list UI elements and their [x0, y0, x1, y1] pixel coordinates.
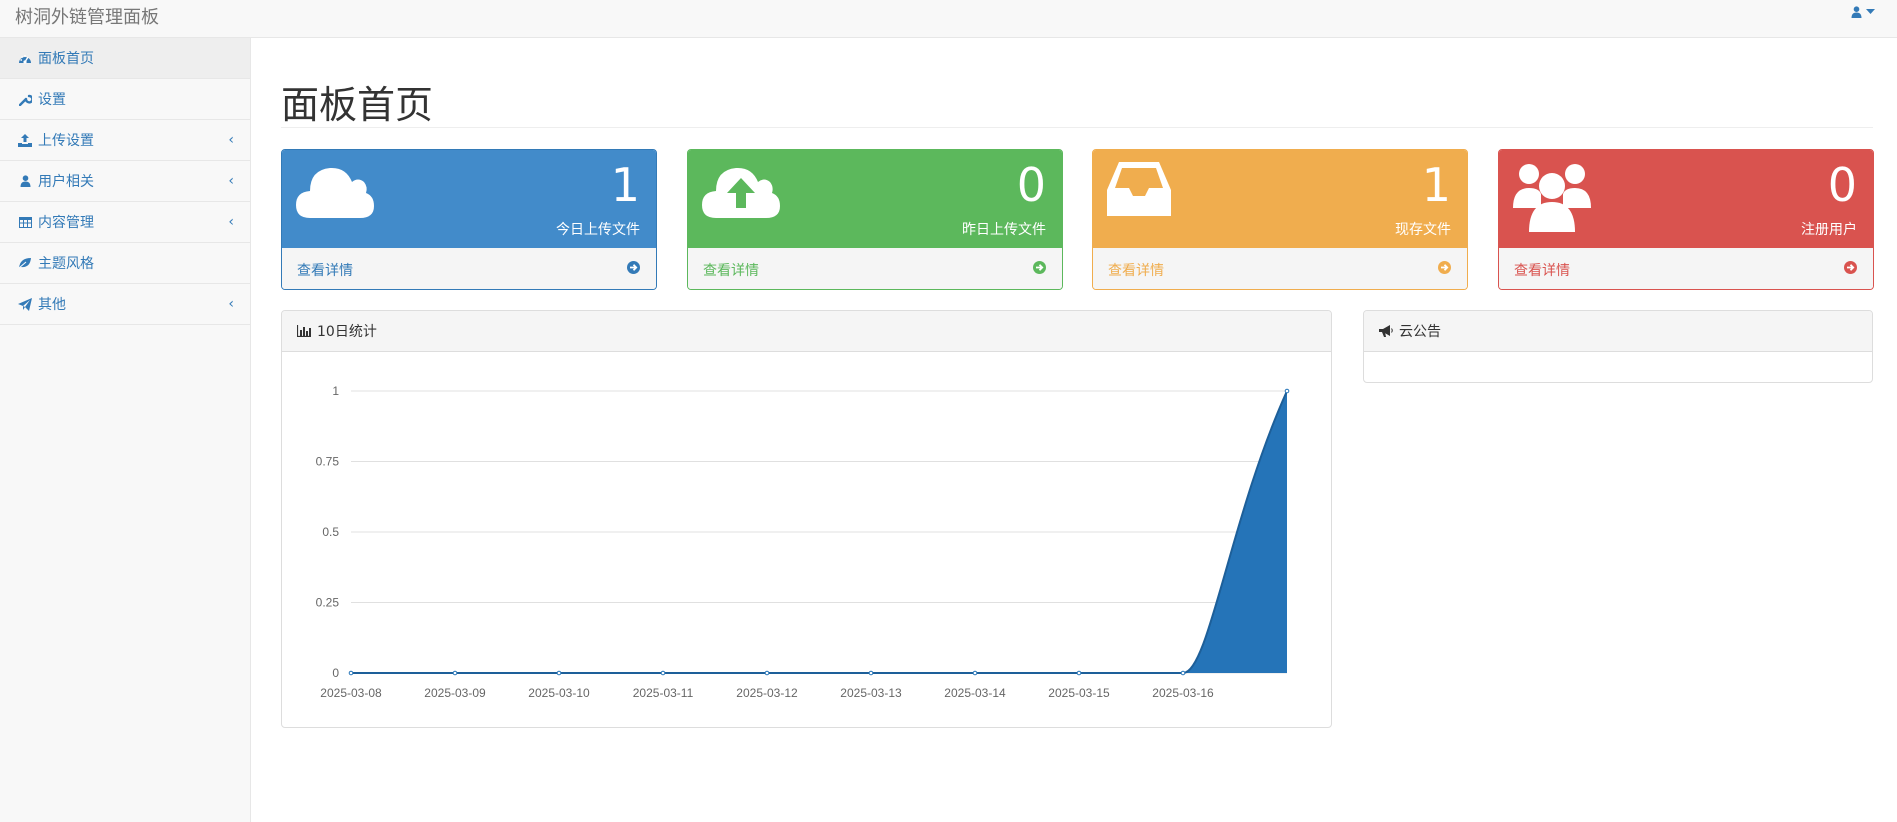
bullhorn-icon [1379, 325, 1393, 337]
view-details-label: 查看详情 [1514, 263, 1570, 279]
sidebar-item-upload-settings[interactable]: 上传设置 ‹ [0, 120, 250, 161]
table-icon [18, 215, 32, 229]
stat-card-today-uploads: 1 今日上传文件 查看详情 [281, 149, 657, 290]
chevron-left-icon: ‹ [228, 132, 234, 148]
chevron-left-icon: ‹ [228, 296, 234, 312]
sidebar-item-content-management[interactable]: 内容管理 ‹ [0, 202, 250, 243]
sidebar-item-label: 其他 [38, 297, 66, 313]
x-tick-label: 2025-03-13 [840, 686, 902, 700]
view-details-link[interactable]: 查看详情 [1093, 248, 1467, 289]
arrow-circle-right-icon [1033, 261, 1046, 278]
stat-card-header: 0 注册用户 [1499, 150, 1873, 248]
stats-panel: 10日统计 0 0.25 0.5 0.75 1 2025-03-08 2025-03-09 2… [281, 310, 1332, 728]
leaf-icon [18, 256, 32, 270]
stat-caption: 注册用户 [1801, 222, 1857, 238]
x-tick-label: 2025-03-12 [736, 686, 798, 700]
sidebar-item-label: 用户相关 [38, 174, 94, 190]
user-menu-toggle[interactable] [1851, 6, 1875, 18]
stat-card-registered-users: 0 注册用户 查看详情 [1498, 149, 1874, 290]
stat-caption: 现存文件 [1395, 222, 1451, 238]
sidebar-item-user-related[interactable]: 用户相关 ‹ [0, 161, 250, 202]
view-details-label: 查看详情 [703, 263, 759, 279]
stat-card-header: 1 今日上传文件 [282, 150, 656, 248]
arrow-circle-right-icon [627, 261, 640, 278]
x-tick-label: 2025-03-16 [1152, 686, 1214, 700]
view-details-link[interactable]: 查看详情 [688, 248, 1062, 289]
stats-panel-title: 10日统计 [317, 324, 377, 340]
upload-icon [18, 133, 32, 147]
y-tick-label: 0.5 [322, 525, 339, 539]
stat-value: 0 [1827, 158, 1857, 212]
ten-day-area-chart: 0 0.25 0.5 0.75 1 2025-03-08 2025-03-09 2025-03… [316, 384, 1290, 700]
data-point [764, 670, 770, 676]
stat-card-header: 0 昨日上传文件 [688, 150, 1062, 248]
y-tick-label: 0.75 [316, 455, 340, 469]
data-point [1180, 670, 1186, 676]
x-tick-label: 2025-03-11 [633, 686, 694, 700]
arrow-circle-right-icon [1438, 261, 1451, 278]
view-details-label: 查看详情 [297, 263, 353, 279]
paper-plane-icon [18, 297, 32, 311]
stat-card-yesterday-uploads: 0 昨日上传文件 查看详情 [687, 149, 1063, 290]
x-tick-label: 2025-03-09 [424, 686, 486, 700]
stat-value: 0 [1016, 158, 1046, 212]
stat-card-stored-files: 1 现存文件 查看详情 [1092, 149, 1468, 290]
inbox-icon [1107, 160, 1171, 220]
cloud-notice-panel: 云公告 [1363, 310, 1873, 383]
data-point [1284, 388, 1290, 394]
x-tick-label: 2025-03-08 [320, 686, 382, 700]
wrench-icon [18, 92, 32, 106]
data-point [660, 670, 666, 676]
stat-card-header: 1 现存文件 [1093, 150, 1467, 248]
stats-panel-header: 10日统计 [282, 311, 1331, 352]
top-navbar: 树洞外链管理面板 [0, 0, 1897, 38]
arrow-circle-right-icon [1844, 261, 1857, 278]
data-point [556, 670, 562, 676]
sidebar: 面板首页 设置 上传设置 ‹ 用户相关 ‹ 内容管理 ‹ 主题风格 其他 ‹ [0, 38, 251, 822]
users-icon [1513, 160, 1591, 236]
chevron-left-icon: ‹ [228, 214, 234, 230]
chevron-left-icon: ‹ [228, 173, 234, 189]
sidebar-item-label: 设置 [38, 92, 66, 108]
sidebar-item-label: 内容管理 [38, 215, 94, 231]
data-point [1076, 670, 1082, 676]
stat-caption: 昨日上传文件 [962, 222, 1046, 238]
cloud-notice-title: 云公告 [1399, 324, 1441, 340]
stat-value: 1 [610, 158, 640, 212]
cloud-icon [296, 160, 374, 224]
data-point [452, 670, 458, 676]
x-tick-label: 2025-03-15 [1048, 686, 1110, 700]
sidebar-item-label: 上传设置 [38, 133, 94, 149]
sidebar-item-settings[interactable]: 设置 [0, 79, 250, 120]
sidebar-item-theme[interactable]: 主题风格 [0, 243, 250, 284]
sidebar-item-label: 主题风格 [38, 256, 94, 272]
cloud-upload-icon [702, 160, 780, 224]
stat-caption: 今日上传文件 [556, 222, 640, 238]
y-tick-label: 1 [332, 384, 339, 398]
view-details-link[interactable]: 查看详情 [282, 248, 656, 289]
view-details-link[interactable]: 查看详情 [1499, 248, 1873, 289]
user-icon [18, 174, 32, 188]
title-divider [281, 127, 1873, 128]
view-details-label: 查看详情 [1108, 263, 1164, 279]
data-point [972, 670, 978, 676]
bar-chart-icon [297, 325, 311, 337]
page-title: 面板首页 [281, 83, 434, 127]
data-point [868, 670, 874, 676]
y-tick-label: 0.25 [316, 596, 340, 610]
brand-title[interactable]: 树洞外链管理面板 [15, 3, 159, 29]
cloud-notice-header: 云公告 [1364, 311, 1872, 352]
dashboard-icon [18, 51, 32, 65]
data-point [348, 670, 354, 676]
user-icon [1851, 6, 1862, 18]
x-tick-label: 2025-03-10 [528, 686, 590, 700]
caret-down-icon [1866, 9, 1875, 15]
stat-value: 1 [1421, 158, 1451, 212]
y-tick-label: 0 [332, 666, 339, 680]
sidebar-item-other[interactable]: 其他 ‹ [0, 284, 250, 325]
x-tick-label: 2025-03-14 [944, 686, 1006, 700]
sidebar-item-label: 面板首页 [38, 51, 94, 67]
sidebar-item-dashboard[interactable]: 面板首页 [0, 38, 250, 79]
